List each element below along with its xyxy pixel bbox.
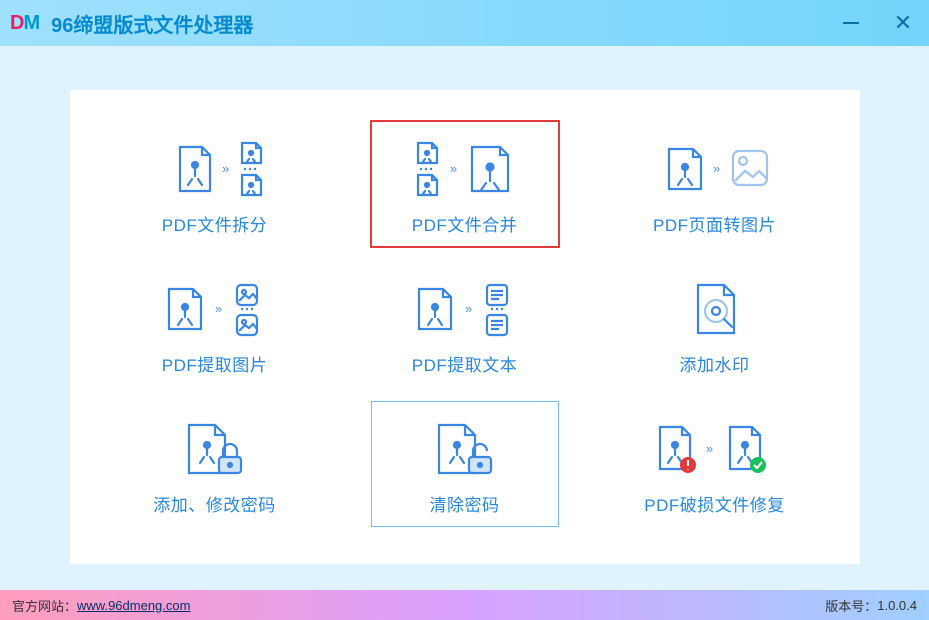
tile-add-watermark[interactable]: 添加水印	[620, 260, 810, 388]
window-controls: ✕	[825, 0, 929, 46]
tile-pdf-split[interactable]: » PDF文件拆分	[120, 120, 310, 248]
workspace: » PDF文件拆分	[0, 46, 929, 590]
site-label: 官方网站：	[12, 596, 77, 615]
tile-pdf-merge[interactable]: » PDF文件合并	[370, 120, 560, 248]
feature-panel: » PDF文件拆分	[70, 90, 860, 564]
tile-label: PDF提取文本	[412, 351, 518, 376]
pdf-merge-icon: »	[410, 133, 520, 205]
pdf-repair-icon: »	[650, 413, 780, 485]
svg-text:»: »	[465, 301, 472, 316]
title-bar: DM 96缔盟版式文件处理器 ✕	[0, 0, 929, 46]
tile-pdf-extract-image[interactable]: » PDF提取图片	[120, 260, 310, 388]
app-title: 96缔盟版式文件处理器	[51, 9, 253, 38]
tile-clear-password[interactable]: 清除密码	[371, 401, 559, 527]
app-logo: DM	[10, 12, 39, 35]
tile-pdf-page-to-image[interactable]: » PDF页面转图片	[620, 120, 810, 248]
status-bar: 官方网站： www.96dmeng.com 版本号： 1.0.0.4	[0, 590, 929, 620]
site-link[interactable]: www.96dmeng.com	[77, 598, 190, 613]
tile-label: PDF提取图片	[162, 351, 268, 376]
minimize-button[interactable]	[825, 0, 877, 46]
close-button[interactable]: ✕	[877, 0, 929, 46]
svg-text:»: »	[706, 441, 713, 456]
version-label: 版本号：	[825, 596, 877, 615]
svg-text:»: »	[222, 161, 229, 176]
pdf-extract-image-icon: »	[155, 273, 275, 345]
tile-label: 添加水印	[680, 351, 750, 376]
tile-label: PDF文件拆分	[162, 211, 268, 236]
watermark-icon	[680, 273, 750, 345]
pdf-page-to-image-icon: »	[655, 133, 775, 205]
tile-label: 清除密码	[430, 491, 500, 516]
tile-label: PDF页面转图片	[653, 211, 776, 236]
tile-pdf-repair[interactable]: » PDF破损文件修复	[620, 400, 810, 528]
pdf-split-icon: »	[160, 133, 270, 205]
version-value: 1.0.0.4	[877, 598, 917, 613]
svg-text:»: »	[215, 301, 222, 316]
clear-password-icon	[425, 413, 505, 485]
tile-add-password[interactable]: 添加、修改密码	[120, 400, 310, 528]
tile-label: PDF文件合并	[412, 211, 518, 236]
tile-label: PDF破损文件修复	[644, 491, 785, 516]
tile-pdf-extract-text[interactable]: » PDF提取文本	[370, 260, 560, 388]
add-password-icon	[175, 413, 255, 485]
pdf-extract-text-icon: »	[405, 273, 525, 345]
svg-text:»: »	[713, 161, 720, 176]
tile-label: 添加、修改密码	[153, 491, 276, 516]
svg-text:»: »	[450, 161, 457, 176]
